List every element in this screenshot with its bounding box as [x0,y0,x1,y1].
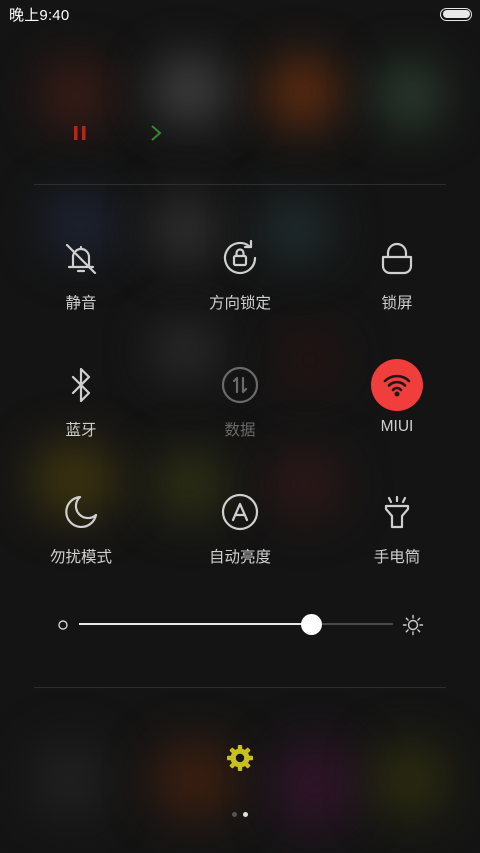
toggle-auto-brightness[interactable]: 自动亮度 [175,486,305,576]
page-dot [232,812,237,817]
toggle-lock-screen[interactable]: 锁屏 [332,232,462,322]
brightness-low-icon [58,620,68,630]
auto-brightness-icon [214,486,266,538]
chevron-right-icon[interactable] [144,118,168,148]
toggle-label: 数据 [224,422,256,439]
moon-icon [55,486,107,538]
toggle-label: 手电筒 [373,549,421,566]
brightness-track[interactable] [79,623,393,625]
brightness-slider[interactable] [50,610,430,640]
toggle-mute[interactable]: 静音 [16,232,146,322]
toggle-bluetooth[interactable]: 蓝牙 [16,359,146,449]
wifi-icon [371,359,423,411]
flashlight-icon [371,486,423,538]
pause-icon[interactable] [68,118,92,148]
toggle-label: 方向锁定 [208,295,271,312]
toggle-mobile-data[interactable]: 数据 [175,359,305,449]
page-dot-current [243,812,248,817]
status-bar: 晚上9:40 [0,0,480,28]
toggle-label: 锁屏 [381,295,413,312]
toggle-label: 勿扰模式 [49,549,112,566]
toggle-label: 自动亮度 [208,549,271,566]
toggle-wifi[interactable]: MIUI [332,359,462,449]
sun-icon [402,614,424,636]
lock-icon [371,232,423,284]
brightness-knob[interactable] [300,614,322,635]
battery-icon [440,7,472,21]
rotation-lock-icon [214,232,266,284]
settings-button[interactable] [224,742,256,774]
toggle-do-not-disturb[interactable]: 勿扰模式 [16,486,146,576]
brightness-track-fill [79,623,312,625]
toggle-flashlight[interactable]: 手电筒 [332,486,462,576]
battery-level [442,10,470,18]
divider-bottom [34,687,446,688]
toggle-label: 静音 [65,295,97,312]
toggle-rotation-lock[interactable]: 方向锁定 [175,232,305,322]
toggle-label: 蓝牙 [65,422,97,439]
status-time: 晚上9:40 [9,6,70,24]
bell-off-icon [55,232,107,284]
gear-icon [227,745,253,771]
media-controls [0,118,480,148]
divider-top [34,184,446,185]
mobile-data-icon [214,359,266,411]
bluetooth-icon [55,359,107,411]
toggle-label: MIUI [380,418,414,435]
page-indicator [0,812,480,817]
